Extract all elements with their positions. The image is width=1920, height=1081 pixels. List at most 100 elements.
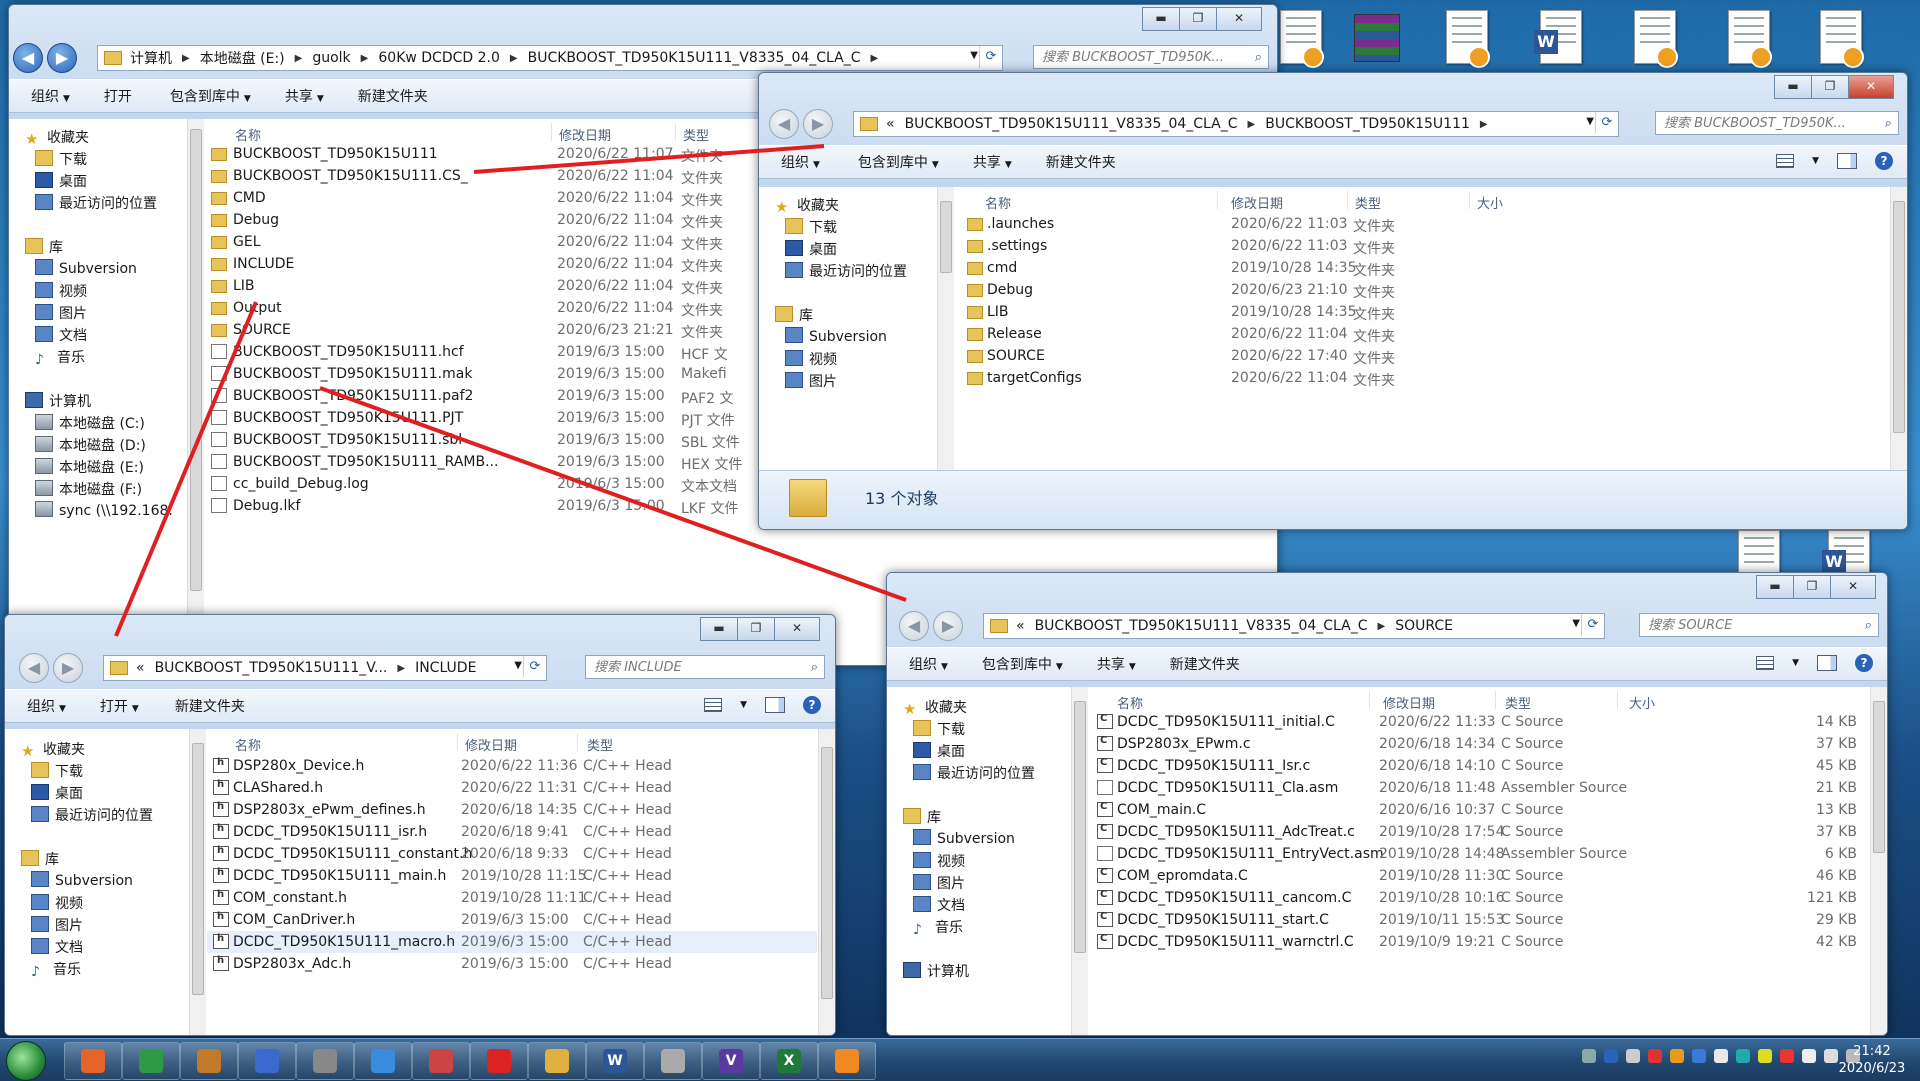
document-icon[interactable] [1624,6,1680,70]
new-folder-button[interactable]: 新建文件夹 [1170,654,1240,674]
list-item[interactable]: .launches 2020/6/22 11:03 文件夹 [955,213,1889,235]
nav-item[interactable]: 桌面 [785,239,837,259]
network-icon[interactable] [1626,1049,1640,1063]
nav-item[interactable]: 本地磁盘 (E:) [35,457,144,477]
maximize-button[interactable]: ❐ [737,617,775,641]
breadcrumb-drive[interactable]: 本地磁盘 (E:) [200,48,285,68]
nav-item[interactable]: 库 [25,237,63,257]
nav-item[interactable]: ♪ 音乐 [913,917,963,938]
address-bar[interactable]: « BUCKBOOST_TD950K15U111_V8335_04_CLA_C ▶… [983,613,1605,639]
search-input[interactable]: 搜索 BUCKBOOST_TD950K... ⌕ [1655,111,1899,135]
refresh-icon[interactable]: ⟳ [1595,112,1618,134]
volume-icon[interactable] [1802,1049,1816,1063]
view-options-icon[interactable] [1756,656,1775,670]
list-item[interactable]: DCDC_TD950K15U111_Isr.c 2020/6/18 14:10 C … [1087,755,1869,777]
visual-studio-icon[interactable]: V [702,1042,760,1080]
nav-item[interactable]: 图片 [785,371,837,391]
security-icon[interactable] [1648,1049,1662,1063]
preview-pane-icon[interactable] [1837,153,1857,169]
list-scrollbar[interactable] [1870,687,1887,1035]
organize-button[interactable]: 组织 ▼ [27,696,66,716]
back-button[interactable]: ◀ [13,43,43,73]
breadcrumb-folder[interactable]: BUCKBOOST_TD950K15U111_V8335_04_CLA_C [1035,618,1368,634]
list-item[interactable]: DSP280x_Device.h 2020/6/22 11:36 C/C++ Hea… [207,755,817,777]
shield-icon[interactable] [1670,1049,1684,1063]
close-button[interactable]: ✕ [1848,75,1894,99]
breadcrumb-folder[interactable]: BUCKBOOST_TD950K15U111_V... [155,660,388,676]
minimize-button[interactable]: ▬ [700,617,738,641]
back-button[interactable]: ◀ [19,653,49,683]
cube-app-icon[interactable] [644,1042,702,1080]
breadcrumb-folder[interactable]: guolk [312,50,350,66]
list-item[interactable]: DCDC_TD950K15U111_constant.h2020/6/18 9:… [207,843,817,865]
nav-item[interactable]: 桌面 [35,171,87,191]
file-explorer-icon[interactable] [528,1042,586,1080]
list-item[interactable]: COM_CanDriver.h 2019/6/3 15:00 C/C++ Head [207,909,817,931]
paint-icon[interactable] [180,1042,238,1080]
chevron-down-icon[interactable]: ▼ [970,50,978,61]
app-tray-icon[interactable] [1714,1049,1728,1063]
nav-item[interactable]: sync (\\192.168. [35,501,173,519]
nav-item[interactable]: 库 [21,849,59,869]
list-item[interactable]: Release 2020/6/22 11:04 文件夹 [955,323,1889,345]
list-item[interactable]: DCDC_TD950K15U111_AdcTreat.c 2019/10/28 1… [1087,821,1869,843]
view-options-icon[interactable] [704,698,723,712]
list-item[interactable]: DCDC_TD950K15U111_initial.C 2020/6/22 11:… [1087,711,1869,733]
back-button[interactable]: ◀ [769,109,799,139]
breadcrumb-folder[interactable]: BUCKBOOST_TD950K15U111_V8335_04_CLA_C [528,50,861,66]
forward-button[interactable]: ▶ [53,653,83,683]
address-bar[interactable]: « BUCKBOOST_TD950K15U111_V... ▶ INCLUDE ▼… [103,655,547,681]
start-button[interactable] [6,1041,46,1081]
list-item[interactable]: cmd 2019/10/28 14:35 文件夹 [955,257,1889,279]
minimize-button[interactable]: ▬ [1774,75,1812,99]
list-item[interactable]: .settings 2020/6/22 11:03 文件夹 [955,235,1889,257]
include-in-library-button[interactable]: 包含到库中 ▼ [170,86,251,106]
nav-item[interactable]: 视频 [31,893,83,913]
search-input[interactable]: 搜索 SOURCE ⌕ [1639,613,1879,637]
forward-button[interactable]: ▶ [933,611,963,641]
nav-item[interactable]: 最近访问的位置 [35,193,157,213]
list-item[interactable]: COM_epromdata.C 2019/10/28 11:30C Source 4… [1087,865,1869,887]
list-scrollbar[interactable] [818,729,835,1035]
app-tray-icon[interactable] [1758,1049,1772,1063]
nav-item[interactable]: ♪ 音乐 [35,347,85,368]
nav-item[interactable]: ★ 收藏夹 [903,697,967,718]
forward-button[interactable]: ▶ [47,43,77,73]
nav-item[interactable]: 图片 [31,915,83,935]
include-in-library-button[interactable]: 包含到库中 ▼ [858,152,939,172]
nav-item[interactable]: 文档 [35,325,87,345]
minimize-button[interactable]: ▬ [1756,575,1794,599]
list-item[interactable]: DCDC_TD950K15U111_Cla.asm 2020/6/18 11:48… [1087,777,1869,799]
breadcrumb-computer[interactable]: 计算机 [130,48,172,68]
app-tray-icon[interactable] [1780,1049,1794,1063]
nav-item[interactable]: ★ 收藏夹 [21,739,85,760]
document-icon[interactable] [1718,6,1774,70]
address-bar[interactable]: 计算机 ▶ 本地磁盘 (E:) ▶ guolk ▶ 60Kw DCDCD 2.0 ▶ B… [97,45,1003,71]
list-item[interactable]: DSP2803x_Adc.h 2019/6/3 15:00 C/C++ Head [207,953,817,975]
nav-item[interactable]: ★ 收藏夹 [25,127,89,148]
breadcrumb-overflow[interactable]: « [136,660,145,676]
nav-item[interactable]: ♪ 音乐 [31,959,81,980]
nav-item[interactable]: 本地磁盘 (F:) [35,479,142,499]
maximize-button[interactable]: ❐ [1811,75,1849,99]
open-button[interactable]: 打开 [104,86,132,106]
help-icon[interactable]: ? [1855,654,1873,672]
chevron-down-icon[interactable]: ▼ [1792,658,1799,668]
nav-item[interactable]: 图片 [913,873,965,893]
nav-item[interactable]: 文档 [31,937,83,957]
refresh-icon[interactable]: ⟳ [1581,614,1604,636]
nav-item[interactable]: Subversion [785,327,887,345]
list-item[interactable]: Debug 2020/6/23 21:10 文件夹 [955,279,1889,301]
nav-item[interactable]: 下载 [785,217,837,237]
nav-item[interactable]: ★ 收藏夹 [775,195,839,216]
list-item[interactable]: DCDC_TD950K15U111_EntryVect.asm 2019/10/2… [1087,843,1869,865]
list-item[interactable]: DCDC_TD950K15U111_main.h 2019/10/28 11:15… [207,865,817,887]
list-item[interactable]: DSP2803x_EPwm.c 2020/6/18 14:34 C Source 37… [1087,733,1869,755]
new-folder-button[interactable]: 新建文件夹 [1046,152,1116,172]
nav-item[interactable]: 下载 [31,761,83,781]
word-icon[interactable]: W [586,1042,644,1080]
refresh-icon[interactable]: ⟳ [523,656,546,678]
document-icon[interactable] [1270,6,1326,70]
nav-scrollbar[interactable] [1071,687,1088,1035]
nav-item[interactable]: 最近访问的位置 [913,763,1035,783]
